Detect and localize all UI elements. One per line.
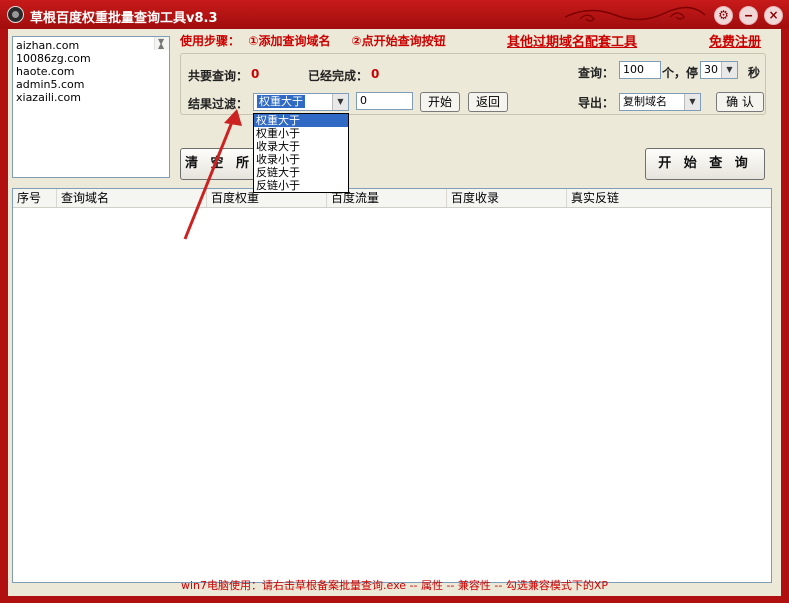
app-logo-icon (7, 6, 24, 23)
query-count-input[interactable]: 100 (619, 61, 661, 79)
seconds-label: 秒 (748, 66, 761, 80)
table-header: 序号 查询域名 百度权重 百度流量 百度收录 真实反链 (13, 189, 771, 208)
done-value: 0 (371, 67, 380, 81)
close-button[interactable]: × (764, 6, 783, 25)
filter-select[interactable]: 权重大于 ▼ (253, 93, 349, 111)
scroll-down-icon[interactable]: ▼ (158, 35, 164, 48)
done-label: 已经完成： (308, 69, 369, 83)
column-header-backlinks[interactable]: 真实反链 (567, 189, 771, 207)
chevron-down-icon[interactable]: ▼ (721, 62, 737, 78)
domain-list-textarea[interactable]: aizhan.com 10086zg.com haote.com admin5.… (12, 36, 170, 178)
filter-start-button[interactable]: 开始 (420, 92, 460, 112)
dropdown-option[interactable]: 权重大于 (254, 114, 348, 127)
clear-all-button[interactable]: 清 空 所 (180, 148, 258, 180)
domain-item: xiazaili.com (16, 91, 81, 104)
settings-icon[interactable]: ⚙ (714, 6, 733, 25)
total-query-value: 0 (251, 67, 260, 81)
filter-selected-value: 权重大于 (257, 95, 305, 108)
filter-back-button[interactable]: 返回 (468, 92, 508, 112)
dropdown-option[interactable]: 收录大于 (254, 140, 348, 153)
domain-item: admin5.com (16, 78, 85, 91)
query-unit-label: 个，停 (662, 66, 699, 80)
results-table[interactable]: 序号 查询域名 百度权重 百度流量 百度收录 真实反链 (12, 188, 772, 583)
minimize-button[interactable]: ‒ (739, 6, 758, 25)
title-bar[interactable]: 草根百度权重批量查询工具v8.3 ⚙ ‒ × (0, 0, 789, 29)
filter-dropdown-list[interactable]: 权重大于 权重小于 收录大于 收录小于 反链大于 反链小于 (253, 113, 349, 193)
column-header-indexed[interactable]: 百度收录 (447, 189, 567, 207)
domain-item: 10086zg.com (16, 52, 91, 65)
footer-hint: win7电脑使用：请右击草根备案批量查询.exe -- 属性 -- 兼容性 --… (181, 579, 608, 592)
other-tools-link[interactable]: 其他过期域名配套工具 (507, 31, 637, 50)
total-query-label: 共要查询： (188, 69, 249, 83)
export-label: 导出： (578, 96, 615, 110)
client-area: aizhan.com 10086zg.com haote.com admin5.… (8, 29, 781, 596)
free-register-link[interactable]: 免费注册 (709, 31, 761, 50)
export-select[interactable]: 复制域名 ▼ (619, 93, 701, 111)
app-window: 草根百度权重批量查询工具v8.3 ⚙ ‒ × aizhan.com 10086z… (0, 0, 789, 603)
filter-label: 结果过滤： (188, 97, 249, 111)
usage-steps-text: 使用步骤： ①添加查询域名 ②点开始查询按钮 (180, 34, 446, 48)
pause-seconds-select[interactable]: 30 ▼ (700, 61, 738, 79)
column-header-index[interactable]: 序号 (13, 189, 57, 207)
pause-seconds-value: 30 (704, 63, 718, 76)
dropdown-option[interactable]: 权重小于 (254, 127, 348, 140)
column-header-domain[interactable]: 查询域名 (57, 189, 207, 207)
start-query-button[interactable]: 开 始 查 询 (645, 148, 765, 180)
window-title: 草根百度权重批量查询工具v8.3 (30, 11, 218, 26)
dropdown-option[interactable]: 收录小于 (254, 153, 348, 166)
domain-list-scrollbar[interactable]: ▲ ▼ (154, 37, 169, 50)
query-label: 查询： (578, 66, 615, 80)
filter-value-input[interactable]: 0 (356, 92, 413, 110)
chevron-down-icon[interactable]: ▼ (684, 94, 700, 110)
export-selected-value: 复制域名 (623, 95, 667, 108)
chevron-down-icon[interactable]: ▼ (332, 94, 348, 110)
dropdown-option[interactable]: 反链小于 (254, 179, 348, 192)
domain-item: haote.com (16, 65, 75, 78)
decorative-swirl-icon (564, 6, 706, 22)
domain-item: aizhan.com (16, 39, 80, 52)
export-confirm-button[interactable]: 确 认 (716, 92, 764, 112)
dropdown-option[interactable]: 反链大于 (254, 166, 348, 179)
